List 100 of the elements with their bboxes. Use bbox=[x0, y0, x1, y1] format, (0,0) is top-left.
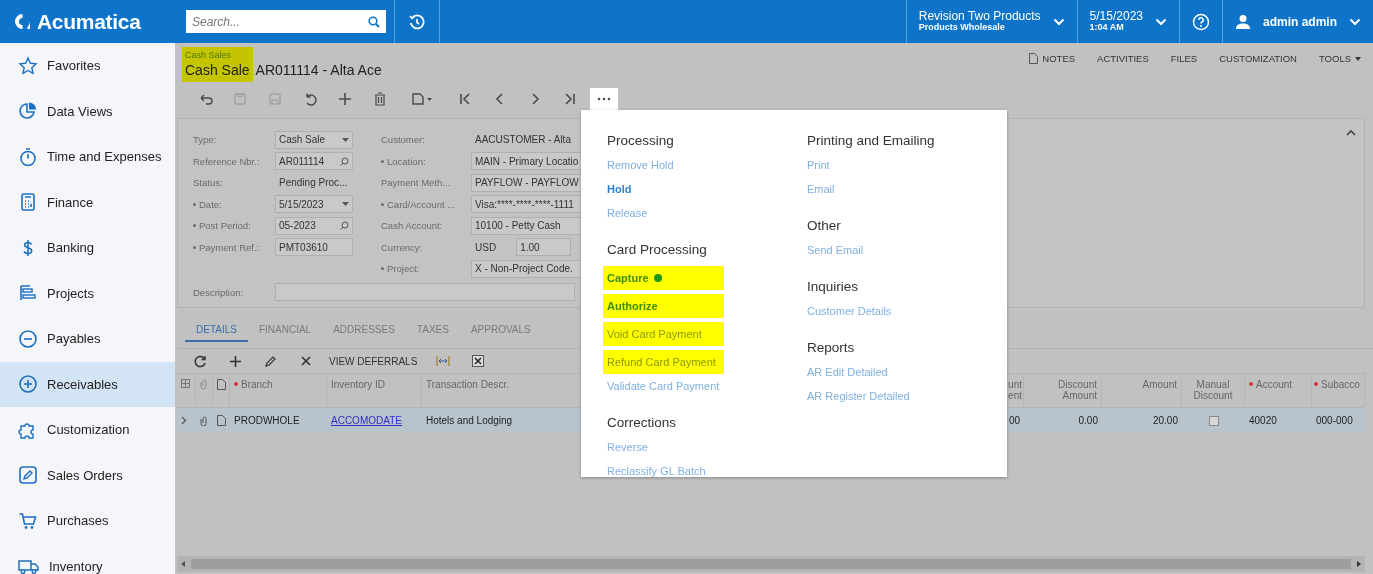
collapse-icon[interactable] bbox=[1346, 129, 1356, 136]
plus-icon[interactable] bbox=[336, 91, 353, 107]
sidebar-item[interactable]: Inventory bbox=[0, 543, 175, 574]
pencil-square-icon bbox=[18, 465, 38, 486]
note-icon bbox=[217, 379, 226, 390]
field-label: Customer: bbox=[381, 134, 426, 146]
scroll-right-icon[interactable] bbox=[1357, 561, 1361, 567]
field-label: Card/Account ... bbox=[381, 198, 471, 210]
logo-icon bbox=[14, 13, 31, 30]
caret-icon bbox=[342, 137, 349, 142]
field-label: Payment Ref.: bbox=[193, 241, 275, 253]
field-label: Status: bbox=[193, 177, 224, 189]
field-label: Description: bbox=[193, 286, 245, 298]
expand-icon[interactable] bbox=[181, 416, 187, 425]
menu-item[interactable]: Authorize bbox=[603, 294, 724, 318]
sidebar-item[interactable]: Sales Orders bbox=[0, 452, 175, 498]
table-cell: 20.00 bbox=[1152, 415, 1178, 426]
table-cell: Hotels and Lodging bbox=[426, 415, 513, 426]
field-label: Payment Meth... bbox=[381, 177, 452, 189]
input-field[interactable]: 1.00 bbox=[516, 238, 572, 257]
input-field[interactable]: Visa:****-****-****-1111 bbox=[471, 195, 583, 214]
caret-icon bbox=[342, 202, 349, 207]
tab[interactable]: ADDRESSES bbox=[322, 318, 406, 342]
menu-item[interactable]: Capture bbox=[603, 266, 724, 290]
calculator-icon bbox=[18, 192, 38, 213]
table-cell: 000-000 bbox=[1316, 415, 1353, 426]
field-value: AACUSTOMER - Alta bbox=[474, 134, 572, 146]
sidebar-item[interactable]: Finance bbox=[0, 179, 175, 225]
horizontal-scrollbar[interactable] bbox=[177, 556, 1365, 572]
copy-icon[interactable] bbox=[410, 91, 434, 107]
table-cell: 0.00 bbox=[1078, 415, 1098, 426]
lookup-field[interactable]: AR011114 bbox=[275, 152, 353, 171]
tab[interactable]: FINANCIAL bbox=[247, 318, 323, 342]
star-icon bbox=[18, 55, 38, 76]
input-field[interactable]: X - Non-Project Code. bbox=[471, 259, 583, 278]
caret-icon bbox=[1355, 56, 1361, 61]
tab[interactable]: TAXES bbox=[405, 318, 460, 342]
toolbar-link[interactable]: CUSTOMIZATION bbox=[1219, 53, 1297, 64]
menu-section-title: Reports bbox=[807, 339, 856, 357]
lookup-field[interactable]: 05-2023 bbox=[275, 216, 353, 235]
dropdown-field[interactable]: Cash Sale bbox=[275, 130, 353, 149]
sidebar-item[interactable]: Projects bbox=[0, 270, 175, 316]
sidebar-item[interactable]: Purchases bbox=[0, 498, 175, 544]
toolbar-link[interactable]: TOOLS bbox=[1318, 53, 1361, 64]
tab[interactable]: APPROVALS bbox=[459, 318, 542, 342]
checkbox[interactable] bbox=[1208, 415, 1219, 426]
pie-chart-icon bbox=[18, 101, 38, 122]
field-label: Reference Nbr.: bbox=[193, 155, 261, 167]
input-field[interactable]: PAYFLOW - PAYFLOW bbox=[471, 173, 583, 192]
cart-icon bbox=[18, 510, 38, 531]
date-selector[interactable]: 5/15/2023 1:04 AM bbox=[1077, 0, 1179, 43]
toolbar-link[interactable]: ACTIVITIES bbox=[1097, 53, 1149, 64]
search-field[interactable]: Search... bbox=[186, 10, 386, 33]
menu-section-title: Other bbox=[807, 217, 842, 235]
menu-section-title: Card Processing bbox=[607, 241, 708, 259]
note-icon[interactable] bbox=[217, 415, 226, 426]
dropdown-field[interactable]: 5/15/2023 bbox=[275, 195, 353, 214]
toolbar-link[interactable]: FILES bbox=[1170, 53, 1198, 64]
pencil-icon[interactable] bbox=[264, 354, 277, 368]
stopwatch-icon bbox=[18, 146, 38, 167]
menu-section-title: Printing and Emailing bbox=[807, 132, 936, 150]
grid-icon bbox=[181, 379, 190, 388]
input-field[interactable]: PMT03610 bbox=[275, 238, 353, 257]
field-label: Location: bbox=[381, 155, 471, 167]
paperclip-icon[interactable] bbox=[200, 415, 207, 426]
input-field[interactable]: 10100 - Petty Cash bbox=[471, 216, 583, 235]
input-field[interactable]: MAIN - Primary Locatio bbox=[471, 152, 583, 171]
sidebar-item[interactable]: Receivables bbox=[0, 361, 175, 407]
field-label: Post Period: bbox=[193, 220, 275, 232]
toolbar-link[interactable]: NOTES bbox=[1029, 53, 1076, 64]
sidebar-item[interactable]: Banking bbox=[0, 225, 175, 271]
search-icon bbox=[368, 16, 380, 28]
chevron-down-icon bbox=[1052, 17, 1065, 26]
close-icon[interactable] bbox=[299, 355, 312, 367]
sidebar-item[interactable]: Payables bbox=[0, 316, 175, 362]
field-value: Pending Proc... bbox=[278, 177, 349, 189]
sidebar-item[interactable]: Customization bbox=[0, 407, 175, 453]
excel-icon[interactable] bbox=[471, 355, 484, 367]
company-selector[interactable]: Revision Two Products Products Wholesale bbox=[906, 0, 1077, 43]
breadcrumb[interactable]: Cash Sales bbox=[185, 50, 250, 60]
input-field[interactable] bbox=[275, 283, 575, 302]
plus-icon[interactable] bbox=[229, 354, 242, 368]
plus-circle-icon bbox=[18, 374, 38, 395]
user-menu[interactable]: admin admin bbox=[1223, 0, 1373, 43]
history-icon[interactable] bbox=[408, 12, 426, 31]
tab[interactable]: DETAILS bbox=[185, 318, 248, 342]
fit-columns-icon[interactable] bbox=[435, 356, 450, 366]
sidebar-item[interactable]: Data Views bbox=[0, 88, 175, 134]
table-cell: 40020 bbox=[1249, 415, 1277, 426]
help-icon[interactable] bbox=[1192, 12, 1210, 31]
scroll-left-icon[interactable] bbox=[181, 561, 185, 567]
menu-section-title: Inquiries bbox=[807, 278, 860, 296]
menu-item[interactable]: Hold bbox=[607, 177, 632, 201]
refresh-icon[interactable] bbox=[194, 354, 207, 368]
view-deferrals-button[interactable]: VIEW DEFERRALS bbox=[323, 355, 426, 367]
logo-text[interactable]: Acumatica bbox=[37, 9, 141, 34]
paperclip-icon bbox=[200, 379, 207, 389]
sidebar-item[interactable]: Favorites bbox=[0, 43, 175, 89]
sidebar-item[interactable]: Time and Expenses bbox=[0, 134, 175, 180]
search-icon bbox=[340, 221, 349, 231]
